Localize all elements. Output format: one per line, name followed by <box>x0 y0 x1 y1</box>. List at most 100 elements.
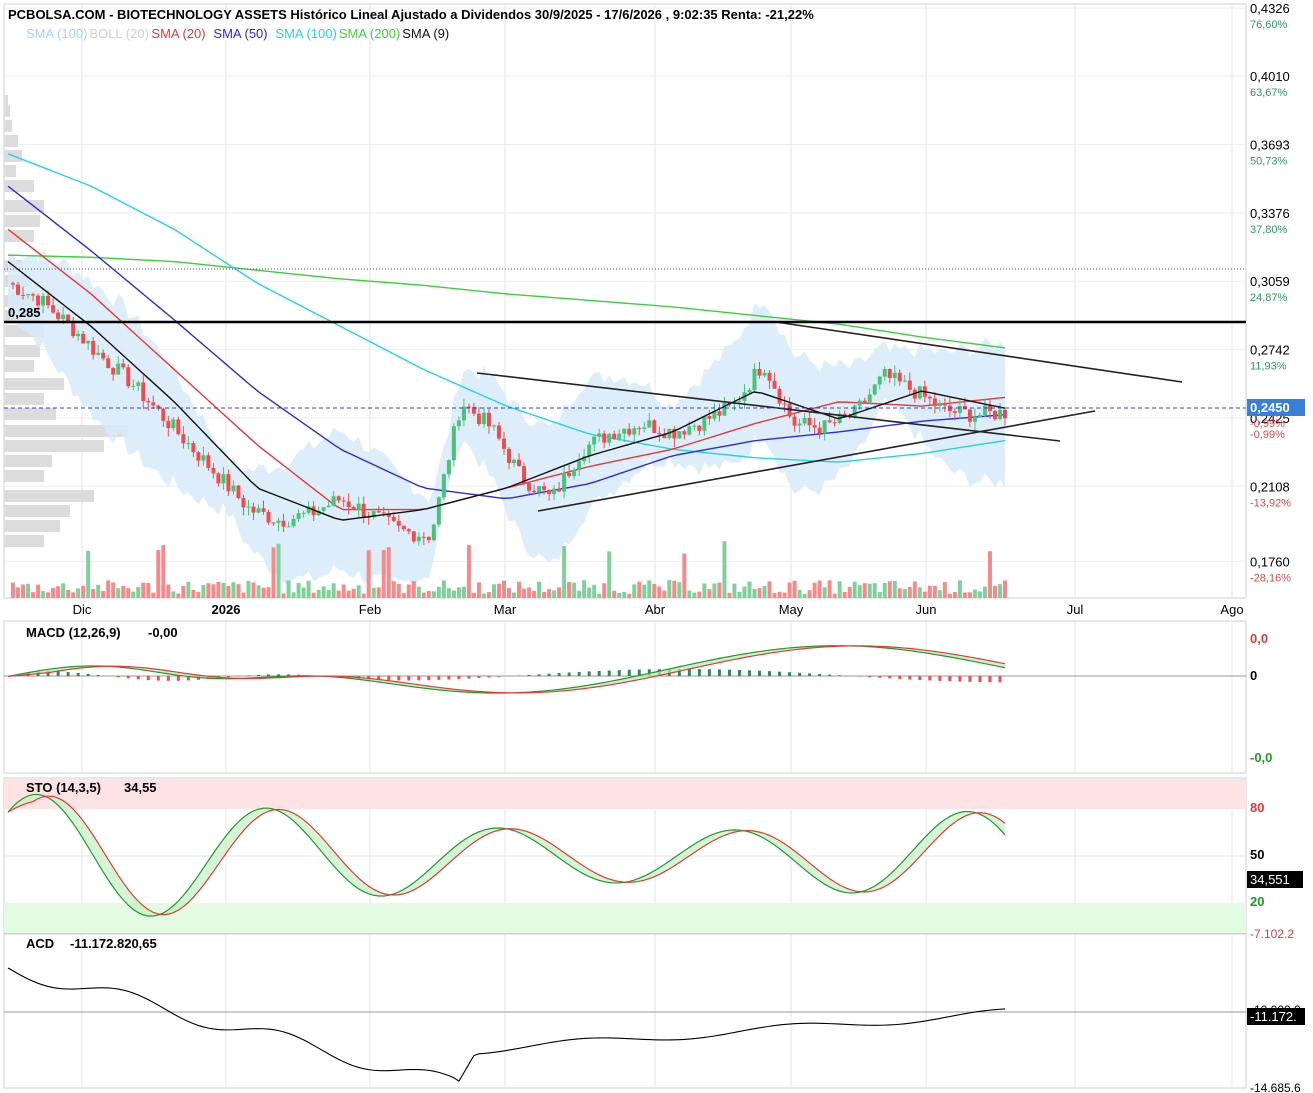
price-tick-label: 0,1760 <box>1250 554 1290 569</box>
candle-body <box>512 459 517 464</box>
macd-hist-bar <box>898 676 902 679</box>
volume-bar <box>286 580 291 598</box>
price-tick-label: 0,3693 <box>1250 138 1290 153</box>
candle-body <box>557 488 562 492</box>
volume-bar <box>547 589 552 598</box>
volume-bar <box>802 593 807 598</box>
volume-bar <box>922 591 927 598</box>
volume-bar <box>241 592 246 598</box>
macd-hist-bar <box>788 672 792 676</box>
candle-body <box>421 536 426 538</box>
sto-overbought-zone <box>4 779 1246 809</box>
volume-bar <box>186 581 191 598</box>
macd-hist-bar <box>487 676 491 678</box>
candle-body <box>331 496 336 506</box>
volume-bar <box>96 584 101 598</box>
svg-text:-0,99%: -0,99% <box>1250 418 1285 430</box>
legend-entry: SMA (100) <box>26 26 87 41</box>
volume-bar <box>882 582 887 598</box>
candle-body <box>26 294 31 296</box>
volume-profile-bar <box>4 105 10 117</box>
volume-bar <box>892 580 897 598</box>
volume-bar <box>351 588 356 598</box>
macd-hist-bar <box>988 676 992 683</box>
volume-bar <box>672 580 677 598</box>
volume-bar <box>747 581 752 598</box>
price-tick-label: 0,2108 <box>1250 479 1290 494</box>
candle-body <box>627 428 632 435</box>
candle-body <box>296 513 301 519</box>
price-tick-pct: -13,92% <box>1250 497 1291 509</box>
price-tick-pct: 63,67% <box>1250 87 1288 99</box>
volume-bar <box>201 585 206 598</box>
volume-bar <box>231 582 236 598</box>
candle-body <box>722 402 727 416</box>
volume-bar <box>161 545 166 598</box>
candle-body <box>767 372 772 381</box>
volume-bar <box>466 544 471 598</box>
macd-hist-bar <box>467 676 471 679</box>
macd-tick-top: 0,0 <box>1250 631 1268 646</box>
sto-value: 34,55 <box>124 780 157 795</box>
sto-label: STO (14,3,5) <box>26 780 101 795</box>
candle-body <box>456 420 461 427</box>
candle-body <box>647 420 652 428</box>
macd-hist-bar <box>858 676 862 677</box>
volume-bar <box>386 547 391 598</box>
volume-bar <box>11 582 16 598</box>
volume-bar <box>932 585 937 598</box>
candle-body <box>136 382 141 386</box>
date-tick-label: May <box>779 602 804 617</box>
volume-bar <box>737 591 742 598</box>
price-tick-pct: 24,87% <box>1250 292 1288 304</box>
candle-body <box>181 434 186 444</box>
macd-hist-bar <box>758 670 762 676</box>
candle-body <box>201 455 206 461</box>
volume-bar <box>396 584 401 598</box>
volume-bar <box>276 543 281 598</box>
macd-hist-bar <box>527 674 531 676</box>
price-tick-label: 0,2742 <box>1250 343 1290 358</box>
volume-bar <box>381 550 386 598</box>
candle-body <box>56 312 61 320</box>
price-tick-pct: 37,80% <box>1250 224 1288 236</box>
volume-bar <box>872 583 877 598</box>
volume-bar <box>997 584 1002 598</box>
volume-bar <box>166 584 171 598</box>
volume-bar <box>782 592 787 598</box>
macd-hist-bar <box>166 676 170 681</box>
legend-entry: SMA (9) <box>402 26 449 41</box>
volume-bar <box>21 584 26 598</box>
sto-value-badge: 34,551 <box>1250 872 1290 887</box>
candle-body <box>792 416 797 426</box>
candle-body <box>857 400 862 406</box>
candle-body <box>261 508 266 512</box>
candle-body <box>577 461 582 471</box>
candle-body <box>752 368 757 390</box>
volume-bar <box>912 581 917 598</box>
volume-profile-bar <box>4 535 44 547</box>
candle-body <box>827 420 832 423</box>
candle-body <box>932 398 937 407</box>
volume-bar <box>597 593 602 598</box>
volume-profile-bar <box>4 455 52 467</box>
volume-bar <box>306 580 311 598</box>
candle-body <box>106 358 111 369</box>
candle-body <box>552 488 557 495</box>
candle-body <box>982 405 987 415</box>
candle-body <box>341 500 346 502</box>
candle-body <box>682 431 687 435</box>
candle-body <box>96 352 101 355</box>
candle-body <box>166 420 171 429</box>
volume-bar <box>507 587 512 598</box>
volume-bar <box>817 580 822 598</box>
volume-bar <box>111 582 116 598</box>
volume-bar <box>937 590 942 598</box>
volume-bar <box>296 582 301 598</box>
candle-body <box>972 416 977 422</box>
volume-bar <box>567 582 572 598</box>
volume-bar <box>171 591 176 598</box>
volume-bar <box>256 585 261 598</box>
candle-body <box>461 406 466 421</box>
candle-body <box>572 470 577 477</box>
